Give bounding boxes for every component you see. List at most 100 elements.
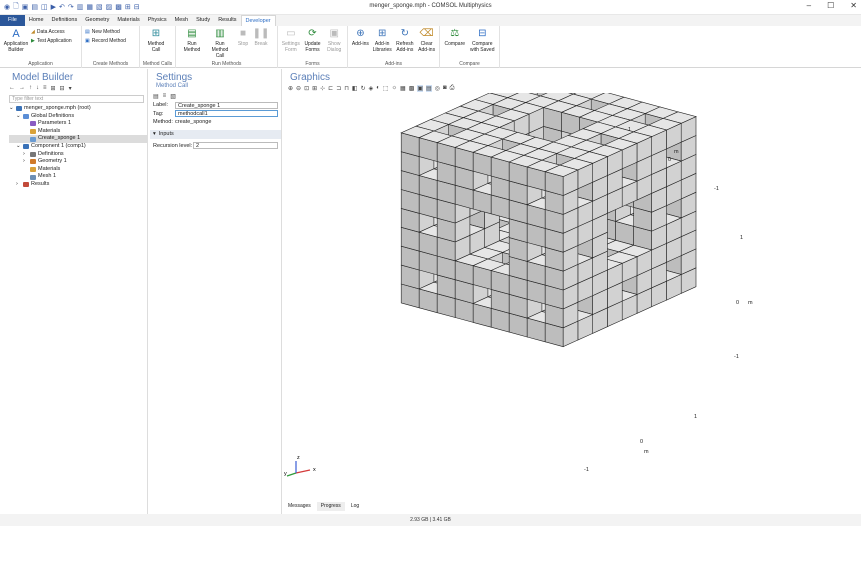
data-access-button[interactable]: ◢ Data Access: [31, 29, 72, 35]
axis-tick-label: -1: [714, 186, 719, 192]
zoom-extents-icon[interactable]: ⊞: [312, 85, 317, 92]
zoom-in-icon[interactable]: ⊕: [288, 85, 293, 92]
copy-icon[interactable]: ▥: [77, 3, 84, 11]
zoom-box-icon[interactable]: ⊡: [304, 85, 309, 92]
open-icon[interactable]: ▣: [22, 3, 29, 11]
tree-node[interactable]: › Results: [9, 181, 147, 189]
tree-node[interactable]: Parameters 1: [9, 120, 147, 128]
new-icon[interactable]: 🗋: [13, 2, 19, 13]
ribbon-group-addins: ⊕ Add-ins ⊞ Add-in Libraries ↻ Refresh A…: [348, 26, 440, 68]
paste-icon[interactable]: ▦: [86, 3, 93, 11]
menger-sponge-canvas[interactable]: 1m0-110 m-110m-1xyz: [284, 72, 861, 569]
compute-icon[interactable]: ⊞: [125, 3, 131, 11]
label-field[interactable]: Create_sponge 1: [175, 101, 278, 109]
view-zx-icon[interactable]: ⊓: [344, 85, 349, 92]
run-icon[interactable]: ▶: [51, 3, 56, 11]
render-icon[interactable]: ◎: [435, 85, 440, 92]
rotate-icon[interactable]: ↻: [361, 85, 366, 92]
select-box-icon[interactable]: ▣: [417, 84, 424, 92]
tab-geometry[interactable]: Geometry: [81, 15, 113, 26]
tab-developer[interactable]: Developer: [240, 15, 276, 26]
tab-messages[interactable]: Messages: [284, 502, 315, 511]
back-icon[interactable]: ←: [9, 85, 15, 91]
tree-node-label: Definitions: [38, 150, 64, 157]
graphics-viewport[interactable]: 1 m 0 -1 1 0 m -1 1 0 m -1 x y z: [284, 72, 861, 569]
transparency-icon[interactable]: ◐: [376, 85, 380, 91]
test-application-button[interactable]: ▶ Test Application: [31, 38, 72, 44]
plot-icon[interactable]: ⊟: [134, 3, 140, 11]
tree-node[interactable]: Mesh 1: [9, 173, 147, 181]
undo-icon[interactable]: ↶: [59, 3, 65, 11]
show-icon[interactable]: ≡: [43, 85, 47, 91]
run-method-call-icon: ▥: [215, 28, 225, 39]
record-method-button[interactable]: ▣ Record Method: [85, 38, 126, 44]
zoom-out-icon[interactable]: ⊖: [296, 85, 301, 92]
tree-node[interactable]: › Definitions: [9, 151, 147, 159]
tree-node[interactable]: ⌄ menger_sponge.mph (root): [9, 105, 147, 113]
print-icon[interactable]: ⎙: [450, 85, 455, 92]
view-yz-icon[interactable]: ⊐: [336, 85, 341, 92]
tree-node[interactable]: Materials: [9, 166, 147, 174]
screenshot-icon[interactable]: ◙: [443, 85, 447, 91]
tab-materials[interactable]: Materials: [113, 15, 143, 26]
redo-icon[interactable]: ↷: [68, 3, 74, 11]
tab-results[interactable]: Results: [214, 15, 240, 26]
select-icon[interactable]: ◈: [369, 85, 374, 92]
recursion-level-field[interactable]: 2: [193, 142, 278, 150]
tree-node[interactable]: ⌄ Global Definitions: [9, 113, 147, 121]
tree-node-icon: [30, 151, 36, 157]
tree-arrow-icon[interactable]: ⌄: [16, 113, 21, 121]
delete-icon[interactable]: ▨: [106, 3, 113, 11]
tab-physics[interactable]: Physics: [144, 15, 171, 26]
tree-node[interactable]: ⌄ Component 1 (comp1): [9, 143, 147, 151]
mesh-icon[interactable]: ▩: [115, 3, 122, 11]
save-icon[interactable]: ▤: [31, 3, 38, 11]
light-icon[interactable]: ☼: [392, 85, 398, 91]
new-method-button[interactable]: ▤ New Method: [85, 29, 126, 35]
tree-arrow-icon[interactable]: ›: [23, 151, 28, 159]
zoom-icon[interactable]: ◫: [41, 3, 48, 11]
group-label-method-calls: Method Calls: [142, 61, 173, 67]
tab-study[interactable]: Study: [192, 15, 214, 26]
tab-progress[interactable]: Progress: [316, 502, 345, 511]
grid-icon[interactable]: ▩: [409, 85, 415, 92]
axis-icon[interactable]: ⊹: [320, 85, 325, 92]
tab-log[interactable]: Log: [347, 502, 363, 511]
coordinate-triad: x y z: [284, 455, 316, 477]
collapse-icon[interactable]: ⊞: [51, 85, 56, 92]
tree-arrow-icon[interactable]: ›: [23, 158, 28, 166]
tag-field[interactable]: methodcall1: [175, 110, 278, 118]
tab-home[interactable]: Home: [25, 15, 48, 26]
camera-icon[interactable]: ◧: [352, 85, 358, 92]
tree-arrow-icon[interactable]: ⌄: [9, 105, 14, 113]
tree-node-label: Parameters 1: [38, 120, 72, 127]
forward-icon[interactable]: →: [19, 85, 25, 91]
tree-node-label: menger_sponge.mph (root): [24, 105, 91, 111]
tab-mesh[interactable]: Mesh: [171, 15, 192, 26]
move-up-icon[interactable]: ↑: [29, 85, 32, 91]
tree-node[interactable]: Create_sponge 1: [9, 135, 147, 143]
maximize-button[interactable]: ☐: [827, 1, 834, 10]
expand-icon[interactable]: ⊟: [60, 85, 65, 92]
options-icon[interactable]: ▾: [69, 85, 72, 92]
filter-input[interactable]: Type filter text: [9, 95, 144, 103]
tab-file[interactable]: File: [0, 15, 25, 26]
list-icon[interactable]: ≡: [163, 93, 167, 99]
minimize-button[interactable]: –: [807, 1, 811, 10]
tree-arrow-icon[interactable]: ⌄: [16, 143, 21, 151]
wireframe-icon[interactable]: ⬚: [383, 85, 389, 92]
view-xy-icon[interactable]: ⊏: [328, 85, 333, 92]
move-down-icon[interactable]: ↓: [36, 85, 39, 91]
tree-arrow-icon[interactable]: ›: [16, 181, 21, 189]
run-method-call-icon[interactable]: ▤: [153, 93, 159, 100]
tree-node-icon: [30, 174, 36, 180]
inputs-section-header[interactable]: ▾ Inputs: [150, 129, 281, 139]
duplicate-icon[interactable]: ▧: [96, 3, 103, 11]
edit-method-icon[interactable]: ▧: [170, 93, 176, 100]
scene-icon[interactable]: ▦: [400, 85, 406, 92]
tree-node[interactable]: Materials: [9, 128, 147, 136]
select-domain-icon[interactable]: ▤: [426, 84, 432, 92]
close-button[interactable]: ✕: [850, 1, 857, 10]
tree-node[interactable]: › Geometry 1: [9, 158, 147, 166]
tab-definitions[interactable]: Definitions: [48, 15, 82, 26]
